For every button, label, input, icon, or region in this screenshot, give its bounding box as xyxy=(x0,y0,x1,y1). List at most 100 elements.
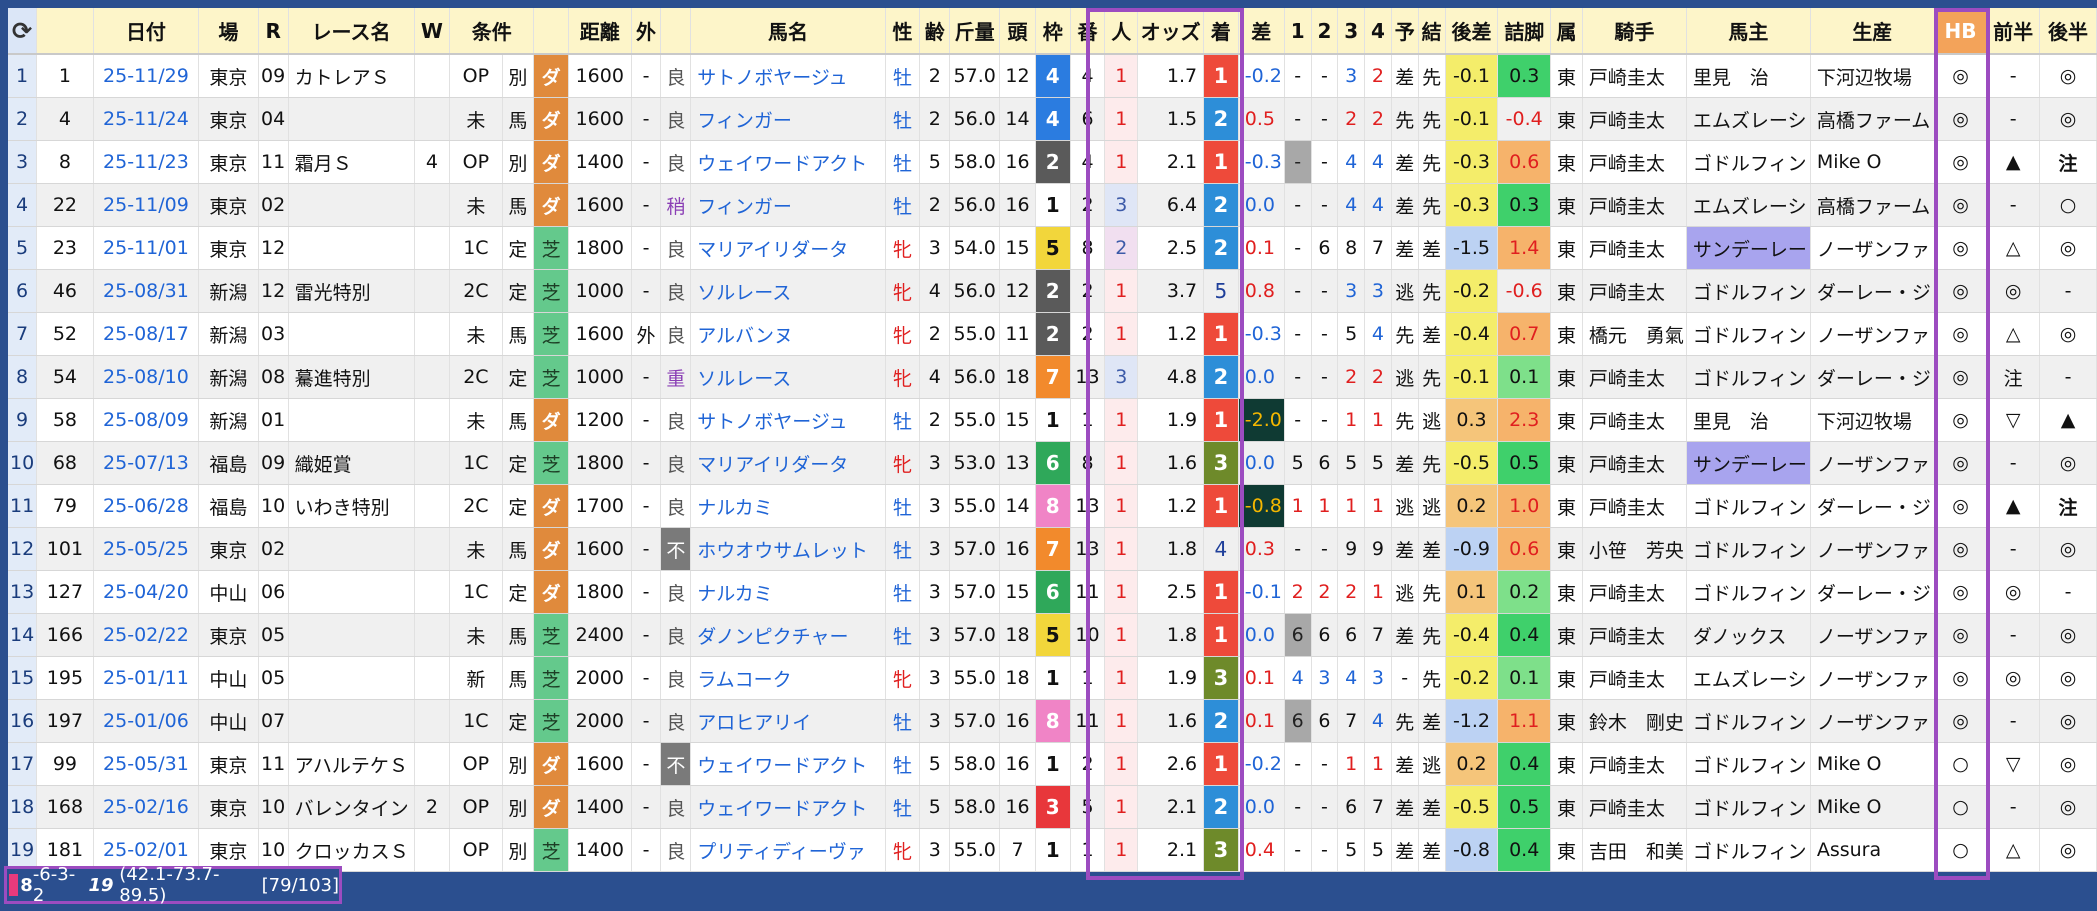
waku-number: 4 xyxy=(1035,97,1071,141)
table-row[interactable]: 10 68 25-07/13 福島 09 織姫賞 1C 定芝 1800- 良マリアイリダータ牝 3 5… xyxy=(8,441,2097,485)
race-date-link[interactable]: 25-02/22 xyxy=(93,613,200,657)
race-date-link[interactable]: 25-02/16 xyxy=(93,785,200,829)
horse-name-link[interactable]: サトノボヤージュ xyxy=(690,398,886,442)
table-row[interactable]: 9 58 25-08/09 新潟 01 未馬ダ 1200- 良サトノボヤージュ牡 2 55.0 15… xyxy=(8,398,2097,442)
table-row[interactable]: 5 23 25-11/01 東京 12 1C 定芝 1800- 良マリアイリダータ牝 3 54.0 1… xyxy=(8,226,2097,270)
race-date-link[interactable]: 25-11/29 xyxy=(93,54,200,98)
col-header-date[interactable]: 日付 xyxy=(93,8,200,55)
horse-name-link[interactable]: ウェイワードアクト xyxy=(690,785,886,829)
horse-name-link[interactable]: ウェイワードアクト xyxy=(690,742,886,786)
race-date-link[interactable]: 25-06/28 xyxy=(93,484,200,528)
horse-name-link[interactable]: ナルカミ xyxy=(690,484,886,528)
col-header-owner[interactable]: 馬主 xyxy=(1686,8,1811,55)
horse-name-link[interactable]: サトノボヤージュ xyxy=(690,54,886,98)
col-header-track-state[interactable] xyxy=(660,8,692,55)
race-date-link[interactable]: 25-08/09 xyxy=(93,398,200,442)
horse-name-link[interactable]: プリティディーヴァ xyxy=(690,828,886,872)
col-header-race-name[interactable]: レース名 xyxy=(288,8,415,55)
horse-name-link[interactable]: アロヒアリイ xyxy=(690,699,886,743)
horse-name-link[interactable]: ウェイワードアクト xyxy=(690,140,886,184)
table-row[interactable]: 17 99 25-05/31 東京 11 アハルテケＳ OP 別ダ 1600- 不ウェイワードアク… xyxy=(8,742,2097,786)
table-row[interactable]: 12 101 25-05/25 東京 02 未馬ダ 1600- 不ホウオウサムレット牡 3 57.… xyxy=(8,527,2097,571)
table-row[interactable]: 6 46 25-08/31 新潟 12 雷光特別 2C 定芝 1000- 良ソルレース牝 4 56.0… xyxy=(8,269,2097,313)
horse-name-link[interactable]: マリアイリダータ xyxy=(690,441,886,485)
horse-name-link[interactable]: フィンガー xyxy=(690,183,886,227)
race-date-link[interactable]: 25-11/01 xyxy=(93,226,200,270)
col-header-result[interactable]: 結 xyxy=(1418,8,1446,55)
col-header-breeder[interactable]: 生産 xyxy=(1810,8,1935,55)
race-class: OP xyxy=(449,140,503,184)
table-row[interactable]: 18 168 25-02/16 東京 10 バレンタイン 2 OP 別ダ 1400- 良ウェイワード… xyxy=(8,785,2097,829)
table-row[interactable]: 8 54 25-08/10 新潟 08 驀進特別 2C 定芝 1000- 重ソルレース牝 4 56.0… xyxy=(8,355,2097,399)
horse-name-link[interactable]: アルバンヌ xyxy=(690,312,886,356)
horse-name-link[interactable]: ラムコーク xyxy=(690,656,886,700)
horse-name-link[interactable]: マリアイリダータ xyxy=(690,226,886,270)
table-row[interactable]: 4 22 25-11/09 東京 02 未馬ダ 1600- 稍フィンガー牡 2 56.0 16 1 2 3… xyxy=(8,183,2097,227)
col-header-jockey[interactable]: 騎手 xyxy=(1582,8,1687,55)
col-header-predicted[interactable]: 予 xyxy=(1391,8,1419,55)
race-class: 2C xyxy=(449,355,503,399)
col-header-no[interactable] xyxy=(36,8,94,55)
col-header-heads[interactable]: 頭 xyxy=(999,8,1036,55)
track-state: 不 xyxy=(660,527,692,571)
horse-name-link[interactable]: ソルレース xyxy=(690,355,886,399)
col-header-late-diff[interactable]: 後差 xyxy=(1445,8,1499,55)
horse-name-link[interactable]: ソルレース xyxy=(690,269,886,313)
horse-name-link[interactable]: ホウオウサムレット xyxy=(690,527,886,571)
race-date-link[interactable]: 25-11/09 xyxy=(93,183,200,227)
race-date-link[interactable]: 25-01/06 xyxy=(93,699,200,743)
table-row[interactable]: 13 127 25-04/20 中山 06 1C 定ダ 1800- 良ナルカミ牡 3 57.0 15 6… xyxy=(8,570,2097,614)
col-header-umaban[interactable]: 番 xyxy=(1070,8,1106,55)
col-header-second-half[interactable]: 後半 xyxy=(2039,8,2097,55)
col-header-c4[interactable]: 4 xyxy=(1364,8,1392,55)
col-header-sex[interactable]: 性 xyxy=(885,8,921,55)
col-header-weight[interactable]: 斤量 xyxy=(949,8,1001,55)
race-date-link[interactable]: 25-05/25 xyxy=(93,527,200,571)
race-date-link[interactable]: 25-05/31 xyxy=(93,742,200,786)
table-row[interactable]: 11 79 25-06/28 福島 10 いわき特別 2C 定ダ 1700- 良ナルカミ牡 3 55.… xyxy=(8,484,2097,528)
race-date-link[interactable]: 25-11/24 xyxy=(93,97,200,141)
col-header-place[interactable]: 場 xyxy=(198,8,259,55)
finish-margin: -0.2 xyxy=(1238,54,1285,98)
col-header-outer[interactable]: 外 xyxy=(631,8,662,55)
race-date-link[interactable]: 25-01/11 xyxy=(93,656,200,700)
table-row[interactable]: 7 52 25-08/17 新潟 03 未馬芝 1600 外良アルバンヌ牝 2 55.0 11 2 2 1… xyxy=(8,312,2097,356)
col-header-distance[interactable]: 距離 xyxy=(568,8,632,55)
col-header-condition[interactable]: 条件 xyxy=(449,8,535,55)
table-row[interactable]: 15 195 25-01/11 中山 05 新馬芝 2000- 良ラムコーク牝 3 55.0 18 1… xyxy=(8,656,2097,700)
race-date-link[interactable]: 25-07/13 xyxy=(93,441,200,485)
col-header-first-half[interactable]: 前半 xyxy=(1986,8,2041,55)
col-header-w[interactable]: W xyxy=(414,8,451,55)
col-header-odds[interactable]: オッズ xyxy=(1137,8,1205,55)
col-header-finish[interactable]: 着 xyxy=(1203,8,1239,55)
race-date-link[interactable]: 25-08/10 xyxy=(93,355,200,399)
horse-name-link[interactable]: フィンガー xyxy=(690,97,886,141)
table-row[interactable]: 16 197 25-01/06 中山 07 1C 定芝 2000- 良アロヒアリイ牡 3 57.0 1… xyxy=(8,699,2097,743)
col-header-margin[interactable]: 差 xyxy=(1238,8,1285,55)
col-header-c3[interactable]: 3 xyxy=(1337,8,1366,55)
table-row[interactable]: 3 8 25-11/23 東京 11 霜月Ｓ 4 OP 別ダ 1400- 良ウェイワードアクト牡 5 5… xyxy=(8,140,2097,184)
race-date-link[interactable]: 25-08/31 xyxy=(93,269,200,313)
horse-name-link[interactable]: ナルカミ xyxy=(690,570,886,614)
col-header-c2[interactable]: 2 xyxy=(1311,8,1339,55)
race-date-link[interactable]: 25-04/20 xyxy=(93,570,200,614)
race-date-link[interactable]: 25-08/17 xyxy=(93,312,200,356)
table-row[interactable]: 14 166 25-02/22 東京 05 未馬芝 2400- 良ダノンピクチャー牡 3 57.0… xyxy=(8,613,2097,657)
table-row[interactable]: 2 4 25-11/24 東京 04 未馬ダ 1600- 良フィンガー牡 2 56.0 14 4 6 1 1… xyxy=(8,97,2097,141)
col-header-popularity[interactable]: 人 xyxy=(1104,8,1139,55)
col-header-age[interactable]: 齢 xyxy=(919,8,951,55)
col-header-race-no[interactable]: R xyxy=(258,8,289,55)
race-date-link[interactable]: 25-11/23 xyxy=(93,140,200,184)
col-header-hb[interactable]: HB xyxy=(1934,8,1988,55)
hb-mark: ◎ xyxy=(1934,613,1988,657)
col-header-horse[interactable]: 馬名 xyxy=(690,8,886,55)
col-header-affiliation[interactable]: 属 xyxy=(1550,8,1583,55)
col-header-c1[interactable]: 1 xyxy=(1284,8,1312,55)
col-header-closing[interactable]: 詰脚 xyxy=(1497,8,1552,55)
table-row[interactable]: 1 1 25-11/29 東京 09 カトレアＳ OP 別ダ 1600- 良サトノボヤージュ牡 2 5… xyxy=(8,54,2097,98)
refresh-icon[interactable]: ⟳ xyxy=(8,8,38,55)
horse-name-link[interactable]: ダノンピクチャー xyxy=(690,613,886,657)
col-header-waku[interactable]: 枠 xyxy=(1035,8,1071,55)
col-header-surface[interactable] xyxy=(533,8,569,55)
w-value xyxy=(414,570,451,614)
